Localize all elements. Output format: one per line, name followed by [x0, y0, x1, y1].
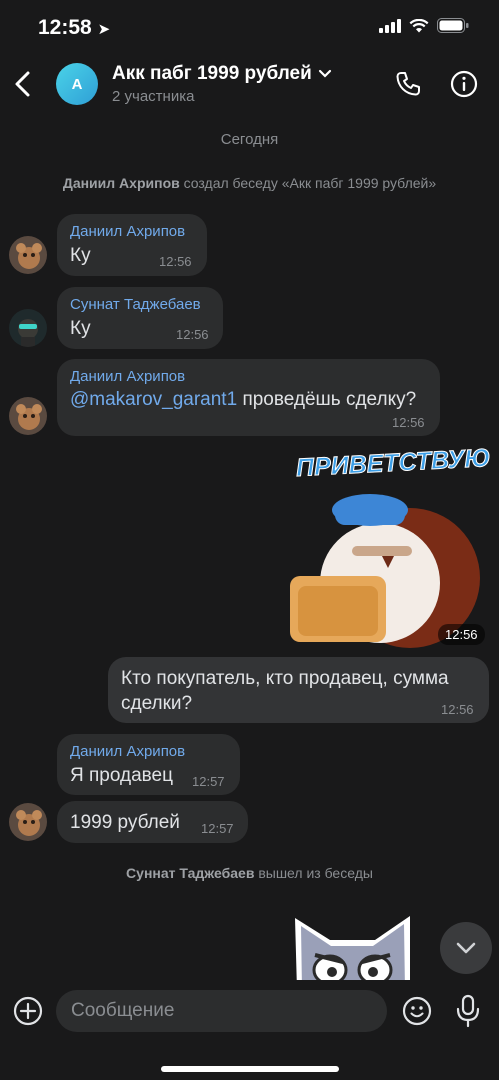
message-bubble[interactable]: Суннат Таджебаев Ку 12:56: [57, 287, 223, 349]
service-message-created: Даниил Ахрипов создал беседу «Акк пабг 1…: [0, 175, 499, 191]
message-time: 12:57: [201, 821, 234, 836]
avatar-daniil[interactable]: [9, 397, 47, 435]
service-message-left: Суннат Таджебаев вышел из беседы: [0, 865, 499, 881]
scroll-down-button[interactable]: [440, 922, 492, 974]
message-text: @makarov_garant1 проведёшь сделку?: [70, 389, 417, 410]
message-time: 12:56: [159, 254, 192, 269]
status-time: 12:58 ➤: [38, 16, 111, 39]
info-icon[interactable]: [450, 70, 478, 98]
chat-title[interactable]: Акк пабг 1999 рублей: [112, 63, 332, 85]
message-text: 1999 рублей: [70, 812, 180, 833]
message-sender[interactable]: Суннат Таджебаев: [70, 296, 201, 313]
service-actor[interactable]: Даниил Ахрипов: [63, 175, 180, 191]
message-sender[interactable]: Даниил Ахрипов: [70, 368, 185, 385]
avatar-sunnat[interactable]: [9, 309, 47, 347]
cellular-signal-icon: [379, 18, 401, 33]
message-time: 12:56: [392, 415, 425, 430]
service-text: вышел из беседы: [258, 865, 373, 881]
status-bar: 12:58 ➤: [0, 0, 499, 56]
service-text: создал беседу «Акк пабг 1999 рублей»: [183, 175, 437, 191]
back-arrow-icon[interactable]: [10, 68, 36, 100]
sticker-time: 12:56: [438, 624, 485, 645]
chevron-down-icon: [456, 942, 476, 954]
sticker-message-partial[interactable]: [285, 910, 420, 980]
emoji-icon[interactable]: [402, 996, 432, 1026]
message-bubble[interactable]: Даниил Ахрипов Ку 12:56: [57, 214, 207, 276]
wifi-icon: [409, 18, 429, 32]
message-time: 12:56: [176, 327, 209, 342]
mention-link[interactable]: @makarov_garant1: [70, 389, 237, 410]
service-actor[interactable]: Суннат Таджебаев: [126, 865, 254, 881]
plus-circle-icon[interactable]: [13, 996, 43, 1026]
battery-icon: [437, 18, 469, 33]
message-bubble[interactable]: Даниил Ахрипов Я продавец 12:57: [57, 734, 240, 795]
message-text: Ку: [70, 318, 91, 339]
avatar-daniil[interactable]: [9, 236, 47, 274]
message-input[interactable]: [56, 990, 387, 1032]
message-bubble[interactable]: Даниил Ахрипов @makarov_garant1 проведёш…: [57, 359, 440, 436]
message-text: сделки?: [121, 693, 193, 714]
message-text: Я продавец: [70, 765, 173, 786]
phone-icon[interactable]: [394, 70, 422, 98]
message-text: Кто покупатель, кто продавец, сумма: [121, 668, 449, 689]
message-time: 12:57: [192, 774, 225, 789]
microphone-icon[interactable]: [455, 994, 481, 1028]
chat-members-count: 2 участника: [112, 88, 195, 105]
message-bubble-outgoing[interactable]: Кто покупатель, кто продавец, сумма сдел…: [108, 657, 489, 723]
chat-header: A Акк пабг 1999 рублей 2 участника: [0, 56, 499, 116]
chat-avatar[interactable]: A: [56, 63, 98, 105]
avatar-daniil[interactable]: [9, 803, 47, 841]
message-time: 12:56: [441, 702, 474, 717]
home-indicator: [161, 1066, 339, 1072]
cat-sticker-image: [295, 916, 410, 980]
status-icons: [379, 18, 469, 33]
message-sender[interactable]: Даниил Ахрипов: [70, 223, 185, 240]
message-composer: [0, 980, 499, 1080]
message-sender[interactable]: Даниил Ахрипов: [70, 743, 185, 760]
message-text: Ку: [70, 245, 91, 266]
date-separator: Сегодня: [220, 131, 279, 148]
chevron-down-icon: [318, 69, 331, 78]
message-bubble[interactable]: 1999 рублей 12:57: [57, 801, 248, 843]
